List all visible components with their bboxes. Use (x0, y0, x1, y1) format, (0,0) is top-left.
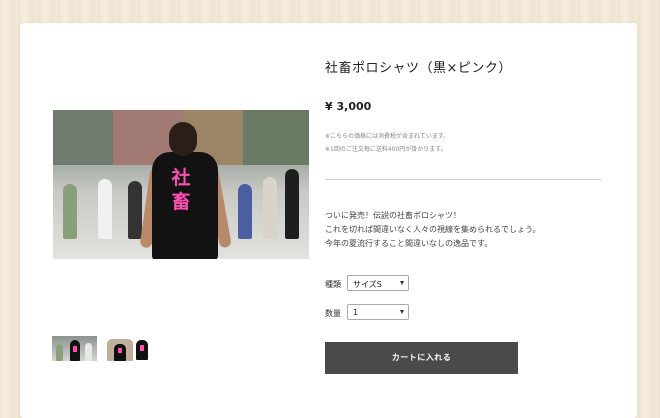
description-line: これを切れば間違いなく人々の視線を集められるでしょう。 (325, 225, 541, 234)
thumb-figure (56, 344, 63, 361)
product-card: 社畜 社畜ポロシャツ（黒×ピンク） ¥ 3,000 ※こちらの価格には消費税が含… (20, 23, 637, 418)
thumb-print (140, 345, 144, 351)
product-description: ついに発売！伝説の社畜ポロシャツ！ これを切れば間違いなく人々の視線を集められる… (325, 209, 541, 251)
description-line: ついに発売！伝説の社畜ポロシャツ！ (325, 211, 461, 220)
shipping-note: ※1回のご注文毎に送料400円が掛かります。 (325, 146, 447, 153)
photo-pedestrian (128, 181, 142, 239)
tax-note: ※こちらの価格には消費税が含まれています。 (325, 133, 450, 140)
product-price: ¥ 3,000 (325, 100, 372, 113)
quantity-select[interactable]: 1 (347, 304, 409, 320)
photo-building (243, 110, 309, 165)
photo-pedestrian (238, 184, 252, 239)
photo-pedestrian (63, 184, 77, 239)
type-label: 種類 (325, 280, 341, 289)
quantity-label: 数量 (325, 309, 341, 318)
divider (325, 179, 601, 180)
product-main-photo: 社畜 (53, 110, 309, 259)
photo-pedestrian (285, 169, 299, 239)
type-select[interactable]: サイズS (347, 275, 409, 291)
thumbnail-2[interactable] (105, 336, 151, 361)
photo-pedestrian (98, 179, 112, 239)
type-select-value: サイズS (353, 280, 382, 289)
chevron-down-icon (400, 281, 404, 285)
chevron-down-icon (400, 310, 404, 314)
product-title: 社畜ポロシャツ（黒×ピンク） (325, 61, 512, 76)
thumbnail-1[interactable] (52, 336, 97, 361)
add-to-cart-button[interactable]: カートに入れる (325, 342, 518, 374)
photo-shirt-text: 社畜 (171, 167, 191, 213)
thumb-print (73, 346, 77, 352)
thumb-figure (85, 343, 92, 361)
photo-building (53, 110, 113, 165)
thumb-print (118, 348, 122, 353)
quantity-select-value: 1 (353, 308, 359, 317)
photo-pedestrian (263, 177, 277, 239)
description-line: 今年の夏流行すること間違いなしの逸品です。 (325, 239, 493, 248)
photo-head (169, 122, 197, 156)
